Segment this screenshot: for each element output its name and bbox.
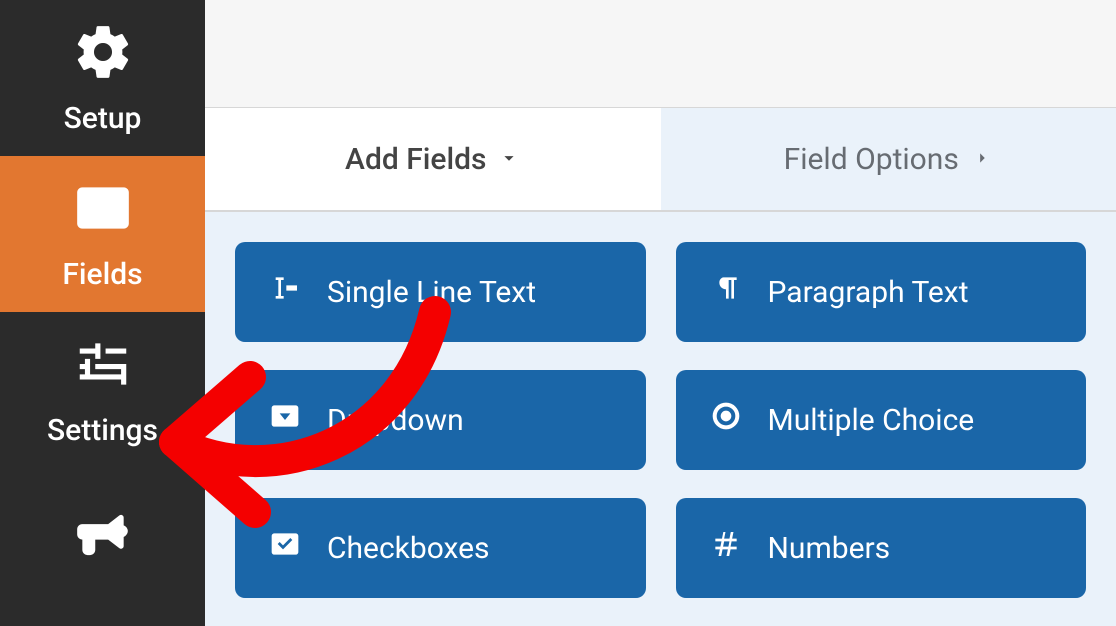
field-checkboxes[interactable]: Checkboxes — [235, 498, 646, 598]
radio-icon — [710, 400, 742, 440]
field-label: Paragraph Text — [768, 275, 969, 310]
sidebar-item-label: Fields — [62, 257, 142, 292]
field-label: Single Line Text — [327, 275, 536, 310]
field-paragraph-text[interactable]: Paragraph Text — [676, 242, 1087, 342]
sidebar-item-settings[interactable]: Settings — [0, 312, 205, 468]
main-panel: Add Fields Field Options Single Line Tex… — [205, 0, 1116, 626]
sidebar-item-label: Setup — [64, 101, 142, 136]
field-label: Dropdown — [327, 403, 464, 438]
field-label: Checkboxes — [327, 531, 490, 566]
text-cursor-icon — [269, 272, 301, 312]
field-label: Multiple Choice — [768, 403, 975, 438]
fields-area: Single Line Text Paragraph Text Dropdown… — [205, 212, 1116, 626]
check-square-icon — [269, 528, 301, 568]
field-multiple-choice[interactable]: Multiple Choice — [676, 370, 1087, 470]
sidebar-item-fields[interactable]: Fields — [0, 156, 205, 312]
sliders-icon — [72, 333, 134, 399]
top-bar — [205, 0, 1116, 108]
caret-square-down-icon — [269, 400, 301, 440]
tabs-row: Add Fields Field Options — [205, 108, 1116, 210]
field-dropdown[interactable]: Dropdown — [235, 370, 646, 470]
sidebar-item-marketing[interactable] — [0, 468, 205, 624]
chevron-down-icon — [498, 142, 520, 177]
field-single-line-text[interactable]: Single Line Text — [235, 242, 646, 342]
sidebar-item-label: Settings — [47, 413, 158, 448]
pilcrow-icon — [710, 272, 742, 312]
list-icon — [72, 177, 134, 243]
field-label: Numbers — [768, 531, 891, 566]
sidebar-item-setup[interactable]: Setup — [0, 0, 205, 156]
hashtag-icon — [710, 528, 742, 568]
gear-icon — [72, 21, 134, 87]
field-numbers[interactable]: Numbers — [676, 498, 1087, 598]
tab-label: Field Options — [784, 142, 959, 177]
chevron-right-icon — [971, 142, 993, 177]
tab-label: Add Fields — [345, 142, 486, 177]
bullhorn-icon — [72, 506, 134, 572]
field-grid: Single Line Text Paragraph Text Dropdown… — [235, 242, 1086, 598]
sidebar: Setup Fields Settings — [0, 0, 205, 626]
tab-add-fields[interactable]: Add Fields — [205, 108, 661, 210]
tab-field-options[interactable]: Field Options — [661, 108, 1116, 210]
